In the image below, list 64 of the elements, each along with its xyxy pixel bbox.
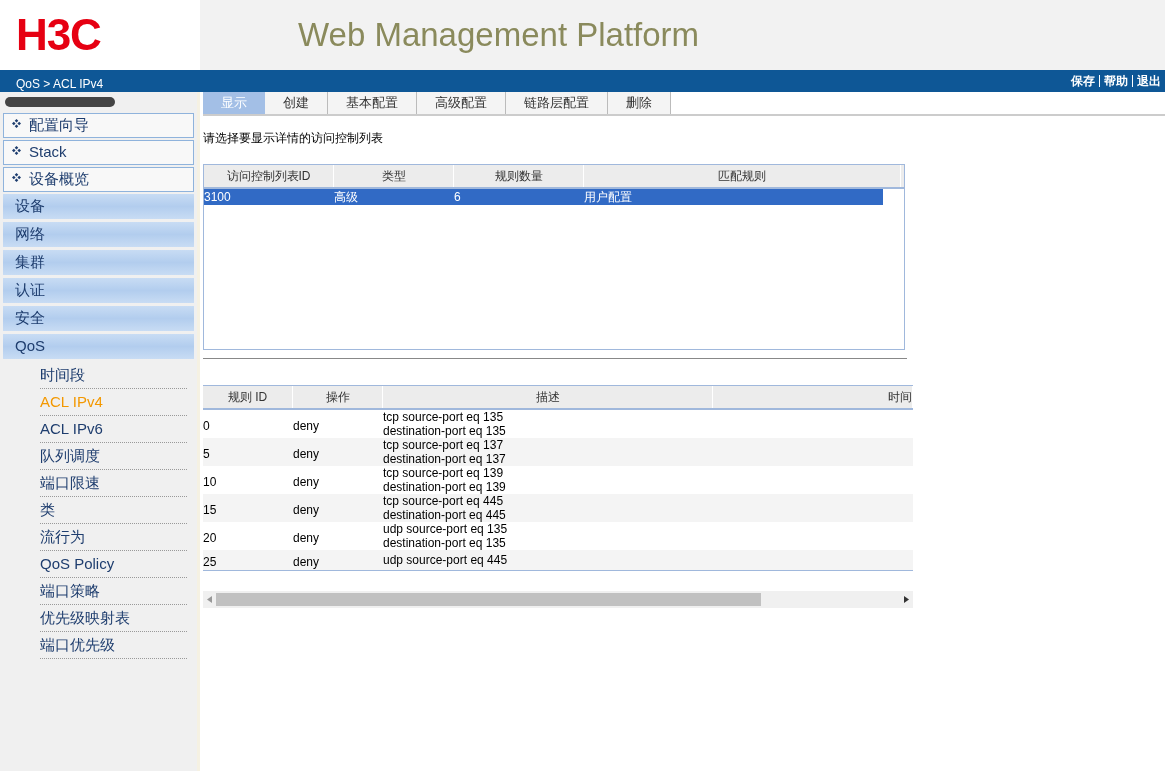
- tab[interactable]: 基本配置: [328, 92, 417, 114]
- table-cell-text: deny: [293, 446, 321, 461]
- sidebar-subitem[interactable]: ACL IPv6: [40, 416, 187, 443]
- tab[interactable]: 链路层配置: [506, 92, 608, 114]
- scroll-right-icon[interactable]: [904, 596, 909, 603]
- sidebar-category[interactable]: QoS: [3, 334, 194, 359]
- table-cell-text: 10: [203, 474, 218, 489]
- sidebar-subitem[interactable]: 流行为: [40, 524, 187, 551]
- sidebar-item[interactable]: Stack: [3, 140, 194, 165]
- table-cell-text: 0: [203, 418, 211, 433]
- sidebar-item[interactable]: 配置向导: [3, 113, 194, 138]
- nav-link[interactable]: 帮助: [1104, 72, 1128, 90]
- sidebar-subitem[interactable]: 类: [40, 497, 187, 524]
- column-header: 规则 ID: [203, 386, 293, 408]
- table-cell-text: 15: [203, 502, 218, 517]
- column-header: 访问控制列表ID: [204, 165, 334, 187]
- column-header: 操作: [293, 386, 383, 408]
- sidebar-subitem[interactable]: 队列调度: [40, 443, 187, 470]
- scrollbar-thumb[interactable]: [216, 593, 761, 606]
- breadcrumb: QoS > ACL IPv4: [16, 76, 104, 93]
- logo: H3C: [16, 13, 101, 57]
- platform-title: Web Management Platform: [298, 15, 700, 56]
- table-cell-text: 5: [203, 446, 211, 461]
- sidebar-subitem[interactable]: 端口优先级: [40, 632, 187, 659]
- sidebar-subitem[interactable]: 端口策略: [40, 578, 187, 605]
- diamond-icon: [12, 173, 21, 182]
- sidebar-subitem[interactable]: 端口限速: [40, 470, 187, 497]
- column-header: 时间: [713, 386, 913, 408]
- table-cell-text: 6: [454, 189, 462, 205]
- sidebar-subitem[interactable]: QoS Policy: [40, 551, 187, 578]
- sidebar-subitem[interactable]: 时间段: [40, 362, 187, 389]
- nav-link[interactable]: 退出: [1137, 72, 1161, 90]
- column-header: 类型: [334, 165, 454, 187]
- table-cell-text: deny: [293, 530, 321, 545]
- column-header: 匹配规则: [584, 165, 901, 187]
- table-cell-text: deny: [293, 474, 321, 489]
- table-cell-text: deny: [293, 418, 321, 433]
- table-row[interactable]: 3100 高级 6 用户配置: [204, 189, 883, 205]
- horizontal-scrollbar[interactable]: [203, 591, 913, 608]
- sidebar-category[interactable]: 安全: [3, 306, 194, 331]
- table-cell-text: 高级: [334, 189, 359, 205]
- nav-link[interactable]: 保存: [1071, 72, 1095, 90]
- tab[interactable]: 高级配置: [417, 92, 506, 114]
- table-cell-text: deny: [293, 554, 321, 569]
- sidebar-subitem[interactable]: 优先级映射表: [40, 605, 187, 632]
- table-cell-text: 25: [203, 554, 218, 569]
- table-cell-text: 3100: [204, 189, 232, 205]
- sidebar-item[interactable]: 设备概览: [3, 167, 194, 192]
- tab[interactable]: 创建: [265, 92, 328, 114]
- tab[interactable]: 删除: [608, 92, 671, 114]
- scroll-left-icon[interactable]: [207, 596, 212, 603]
- column-header: 描述: [383, 386, 713, 408]
- diamond-icon: [12, 119, 21, 128]
- sidebar-category[interactable]: 集群: [3, 250, 194, 275]
- table-cell-text: deny: [293, 502, 321, 517]
- diamond-icon: [12, 146, 21, 155]
- prompt-text: 请选择要显示详情的访问控制列表: [203, 130, 384, 147]
- table-cell-text: 用户配置: [584, 189, 633, 205]
- sidebar-category[interactable]: 认证: [3, 278, 194, 303]
- table-cell-text: udp source-port eq 445: [383, 553, 509, 567]
- sidebar-category[interactable]: 设备: [3, 194, 194, 219]
- column-header: 规则数量: [454, 165, 584, 187]
- table-cell-text: 20: [203, 530, 218, 545]
- sidebar-category[interactable]: 网络: [3, 222, 194, 247]
